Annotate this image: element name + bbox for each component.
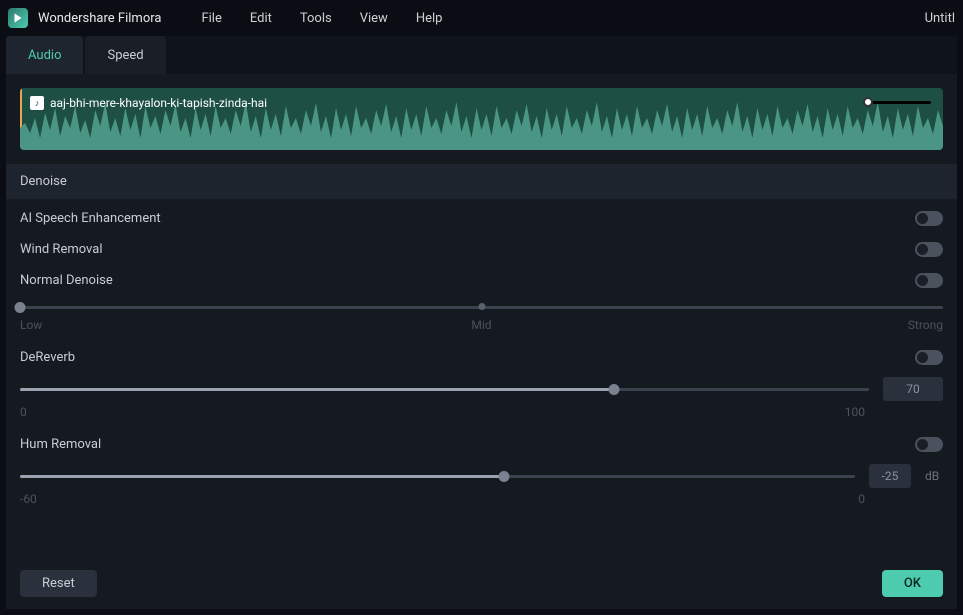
- music-icon: ♪: [30, 96, 44, 110]
- label-normal-denoise: Normal Denoise: [20, 273, 113, 288]
- slider-row-hum-removal: -25 dB: [20, 456, 943, 490]
- document-title: Untitl: [925, 11, 955, 26]
- slider-thumb-normal-denoise[interactable]: [15, 302, 26, 313]
- toggle-ai-speech[interactable]: [915, 211, 943, 226]
- menubar: Wondershare Filmora File Edit Tools View…: [0, 0, 963, 36]
- clip-name: aaj-bhi-mere-khayalon-ki-tapish-zinda-ha…: [50, 96, 267, 110]
- label-dereverb: DeReverb: [20, 350, 75, 365]
- slider-labels-normal-denoise: Low Mid Strong: [20, 316, 943, 338]
- toggle-wind-removal[interactable]: [915, 242, 943, 257]
- menu-items: File Edit Tools View Help: [201, 11, 442, 26]
- row-hum-removal: Hum Removal: [20, 425, 943, 456]
- toggle-dereverb[interactable]: [915, 350, 943, 365]
- clip-label: ♪ aaj-bhi-mere-khayalon-ki-tapish-zinda-…: [30, 96, 267, 110]
- slider-hum-removal[interactable]: [20, 469, 855, 483]
- menu-file[interactable]: File: [201, 11, 221, 26]
- label-mid: Mid: [471, 318, 491, 332]
- label-wind-removal: Wind Removal: [20, 242, 103, 257]
- slider-dereverb[interactable]: [20, 382, 869, 396]
- unit-hum-removal: dB: [925, 469, 943, 483]
- clip-volume-slider[interactable]: [867, 96, 931, 108]
- reset-button[interactable]: Reset: [20, 570, 97, 597]
- app-logo: [8, 8, 28, 28]
- section-denoise-header: Denoise: [6, 164, 957, 199]
- label-dereverb-max: 100: [845, 405, 865, 419]
- slider-mid-tick: [478, 303, 485, 310]
- menu-tools[interactable]: Tools: [300, 11, 332, 26]
- ok-button[interactable]: OK: [882, 570, 943, 597]
- label-strong: Strong: [908, 318, 943, 332]
- tab-speed[interactable]: Speed: [85, 36, 165, 74]
- menu-edit[interactable]: Edit: [250, 11, 272, 26]
- denoise-controls: AI Speech Enhancement Wind Removal Norma…: [6, 199, 957, 558]
- row-ai-speech: AI Speech Enhancement: [20, 199, 943, 230]
- slider-normal-denoise[interactable]: [20, 300, 943, 314]
- tabs: Audio Speed: [6, 36, 957, 74]
- label-low: Low: [20, 318, 42, 332]
- value-hum-removal[interactable]: -25: [869, 464, 911, 488]
- menu-view[interactable]: View: [360, 11, 388, 26]
- tab-audio[interactable]: Audio: [6, 36, 83, 74]
- slider-thumb-hum-removal[interactable]: [499, 471, 510, 482]
- label-hum-max: 0: [858, 492, 865, 506]
- label-hum-min: -60: [20, 492, 37, 506]
- app-name: Wondershare Filmora: [38, 11, 161, 26]
- label-ai-speech: AI Speech Enhancement: [20, 211, 161, 226]
- row-normal-denoise: Normal Denoise: [20, 261, 943, 292]
- label-hum-removal: Hum Removal: [20, 437, 101, 452]
- waveform-clip[interactable]: ♪ aaj-bhi-mere-khayalon-ki-tapish-zinda-…: [20, 88, 943, 150]
- volume-thumb[interactable]: [863, 97, 873, 107]
- slider-labels-dereverb: 0 100: [20, 403, 943, 425]
- label-dereverb-min: 0: [20, 405, 27, 419]
- toggle-hum-removal[interactable]: [915, 437, 943, 452]
- row-wind-removal: Wind Removal: [20, 230, 943, 261]
- footer: Reset OK: [6, 558, 957, 609]
- content-panel: Audio Speed ♪ aaj-bhi-mere-khayalon-ki-t…: [6, 36, 957, 609]
- slider-labels-hum-removal: -60 0: [20, 490, 943, 512]
- menu-help[interactable]: Help: [416, 11, 443, 26]
- value-dereverb[interactable]: 70: [883, 377, 943, 401]
- toggle-normal-denoise[interactable]: [915, 273, 943, 288]
- row-dereverb: DeReverb: [20, 338, 943, 369]
- slider-thumb-dereverb[interactable]: [609, 384, 620, 395]
- slider-row-normal-denoise: [20, 292, 943, 316]
- slider-row-dereverb: 70: [20, 369, 943, 403]
